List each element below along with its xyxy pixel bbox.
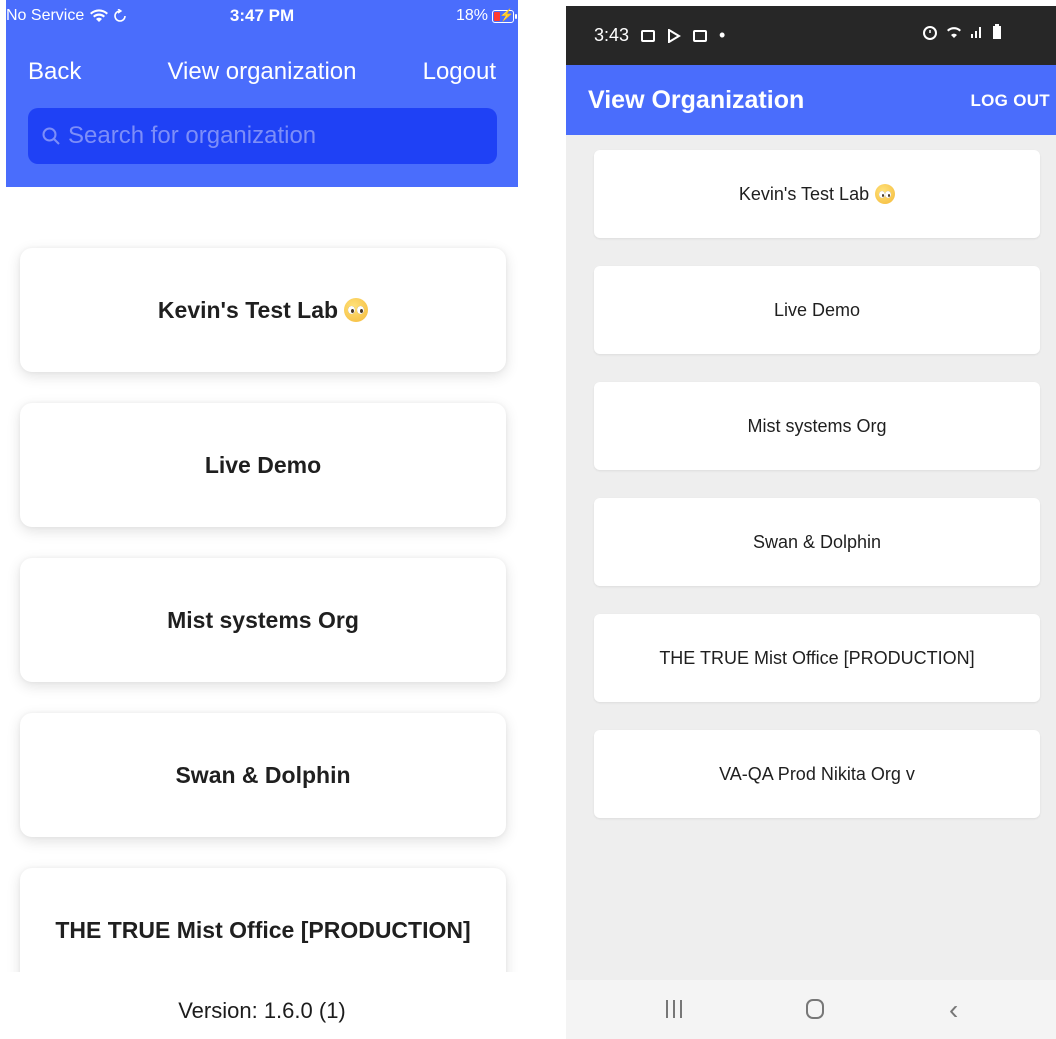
mail-icon [693, 29, 708, 42]
organization-name: Live Demo [773, 299, 861, 320]
notification-dot-icon: • [719, 25, 726, 45]
status-time: 3:43 [594, 25, 630, 45]
organization-name: THE TRUE Mist Office [PRODUCTION] [55, 916, 471, 943]
organization-card[interactable]: Mist systems Org [20, 558, 506, 682]
battery-charging-icon: ⚡ [492, 8, 517, 23]
search-bar[interactable] [28, 108, 497, 164]
version-label: Version: 1.6.0 (1) [178, 998, 346, 1023]
organization-card[interactable]: Mist systems Org [594, 382, 1040, 470]
status-left: 3:43 • [594, 25, 725, 46]
signal-icon [971, 27, 981, 38]
organization-card[interactable]: Swan & Dolphin [20, 713, 506, 837]
wifi-icon [947, 27, 961, 38]
organization-name: Kevin's Test Lab [157, 296, 339, 323]
organization-card[interactable]: Live Demo [594, 266, 1040, 354]
search-icon [42, 127, 60, 145]
alarm-icon [923, 26, 937, 40]
organization-card[interactable]: Kevin's Test Lab [594, 150, 1040, 238]
android-screen: 3:43 • View Organization LOG OUT Kevin's… [566, 6, 1056, 1039]
ios-status-bar: No Service 3:47 PM 18% ⚡ [6, 0, 518, 38]
logout-button[interactable]: Logout [423, 58, 496, 86]
play-store-icon [668, 28, 681, 43]
organization-name: Live Demo [204, 451, 322, 478]
organization-name: Swan & Dolphin [752, 531, 882, 552]
organization-card[interactable]: Swan & Dolphin [594, 498, 1040, 586]
organization-card[interactable]: Kevin's Test Lab [20, 248, 506, 372]
organization-card[interactable]: THE TRUE Mist Office [PRODUCTION] [594, 614, 1040, 702]
android-app-bar: View Organization LOG OUT [566, 65, 1056, 135]
gallery-icon [641, 29, 656, 42]
organization-card[interactable]: Live Demo [20, 403, 506, 527]
back-nav-button[interactable]: ‹ [949, 994, 958, 1026]
logout-button[interactable]: LOG OUT [970, 91, 1050, 111]
ios-header: No Service 3:47 PM 18% ⚡ Back View organ… [6, 0, 518, 187]
status-right [922, 24, 1002, 40]
organization-card[interactable]: VA-QA Prod Nikita Org v [594, 730, 1040, 818]
recent-apps-button[interactable] [666, 1000, 686, 1018]
android-status-bar: 3:43 • [566, 6, 1056, 65]
pleading-face-icon [344, 298, 369, 322]
search-input[interactable] [68, 116, 497, 156]
page-title: View Organization [588, 86, 805, 114]
ios-nav-bar: Back View organization Logout [6, 52, 518, 92]
home-button[interactable] [806, 999, 824, 1019]
android-nav-bar: ‹ [566, 980, 1056, 1039]
status-time: 3:47 PM [229, 6, 295, 25]
organization-name: Swan & Dolphin [175, 761, 351, 788]
organization-name: VA-QA Prod Nikita Org v [719, 763, 915, 784]
organization-name: Mist systems Org [167, 606, 359, 633]
battery-percent: 18% [455, 7, 488, 24]
battery-icon [993, 24, 1001, 39]
organization-name: Mist systems Org [747, 415, 887, 436]
pleading-face-icon [875, 184, 896, 204]
ios-screen: No Service 3:47 PM 18% ⚡ Back View organ… [6, 0, 518, 1039]
battery-status: 18% ⚡ [455, 7, 517, 25]
organization-name: Kevin's Test Lab [738, 183, 870, 204]
organization-name: THE TRUE Mist Office [PRODUCTION] [659, 647, 975, 668]
